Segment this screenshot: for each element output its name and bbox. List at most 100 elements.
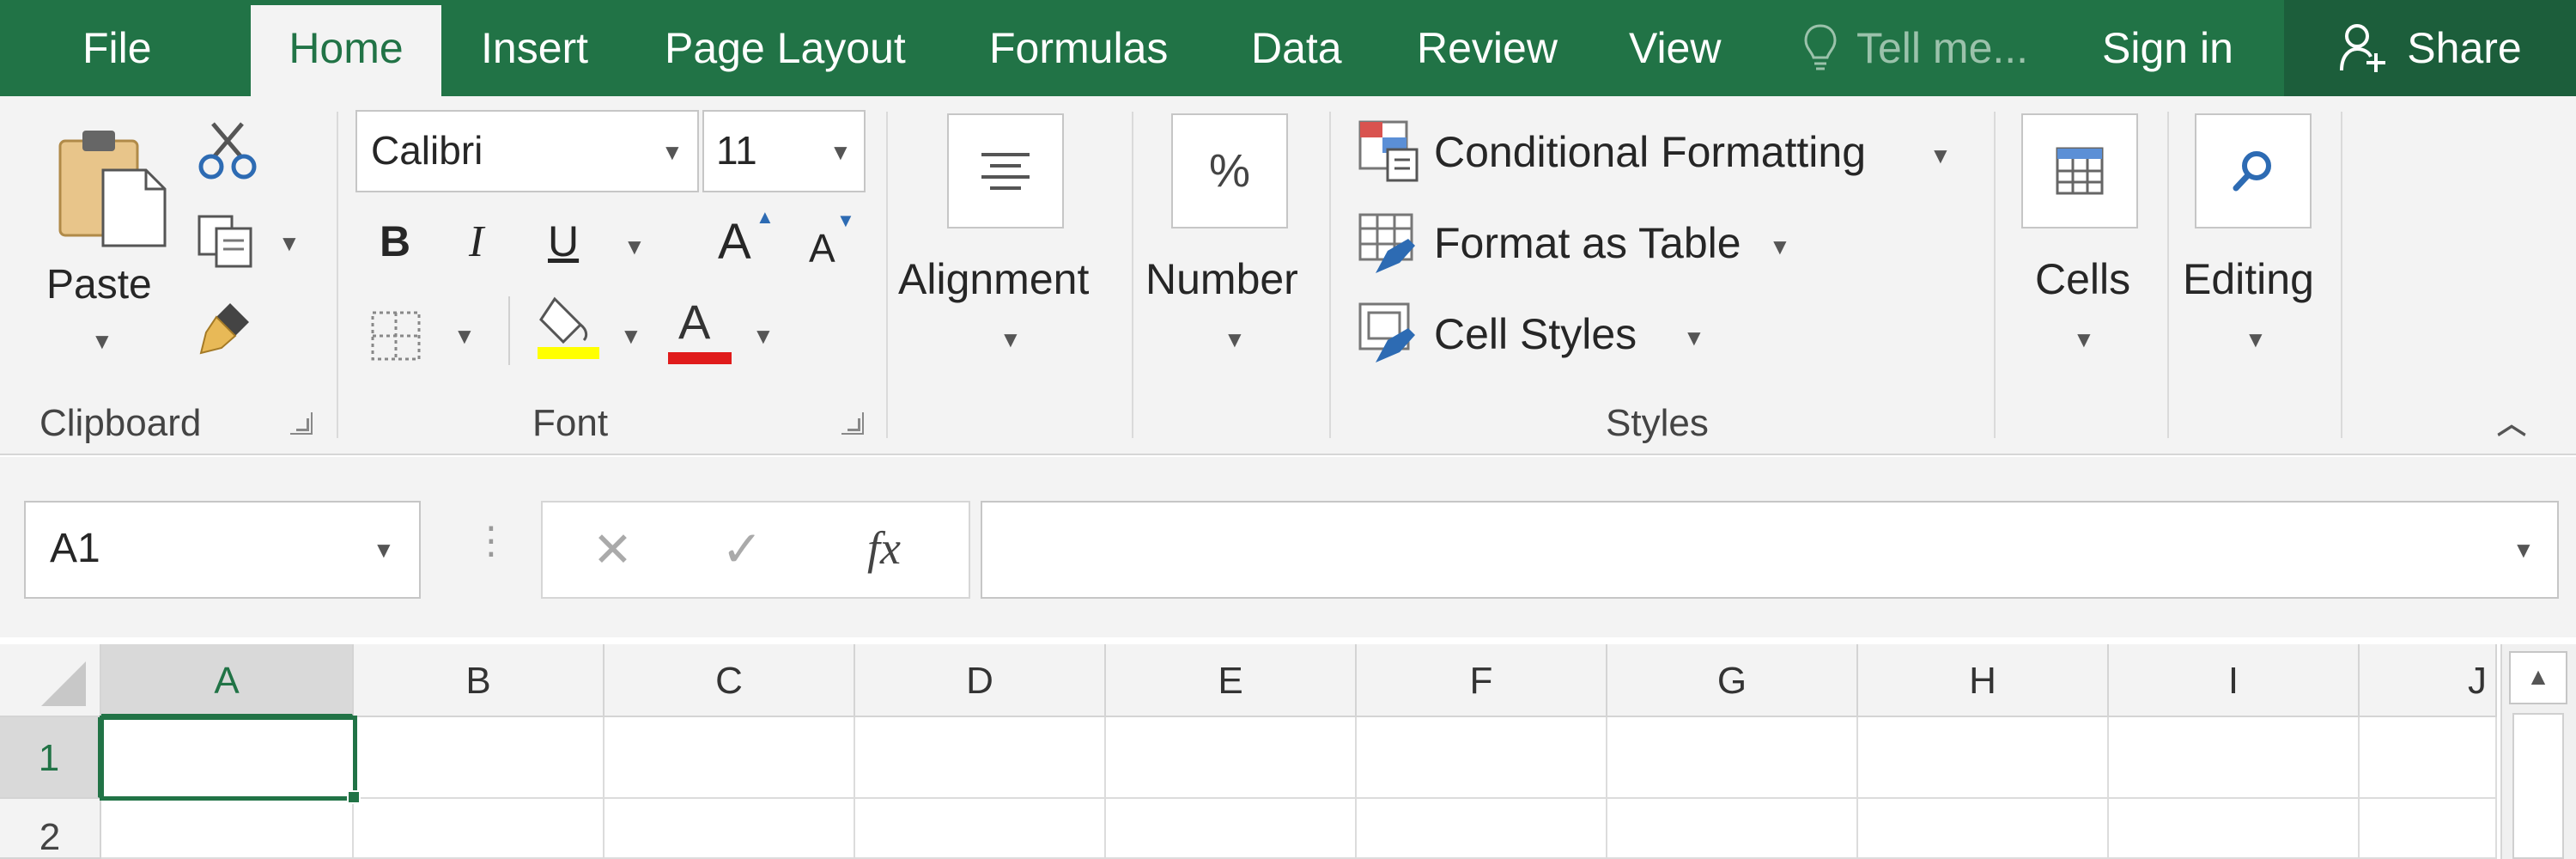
increase-font-size-button[interactable]: A — [718, 213, 751, 271]
row-header-2[interactable]: 2 — [0, 799, 101, 859]
font-color-dropdown-icon[interactable]: ▼ — [752, 323, 775, 350]
cells-icon — [2056, 147, 2104, 195]
cell-c1[interactable] — [605, 717, 855, 799]
cell-a2[interactable] — [101, 799, 354, 859]
format-as-table-label: Format as Table — [1434, 219, 1741, 267]
editing-label[interactable]: Editing — [2183, 254, 2314, 304]
font-color-glyph: A — [678, 295, 711, 349]
enter-entry-button[interactable]: ✓ — [721, 520, 763, 578]
active-cell-a1[interactable] — [100, 716, 357, 801]
clipboard-dialog-launcher-icon[interactable] — [290, 412, 313, 435]
fill-handle[interactable] — [347, 790, 361, 804]
paste-button[interactable]: Paste ▼ — [43, 120, 172, 378]
tab-data[interactable]: Data — [1251, 0, 1342, 96]
font-size-select[interactable]: 11 ▼ — [702, 110, 866, 192]
column-header-e[interactable]: E — [1106, 644, 1357, 717]
sign-in-link[interactable]: Sign in — [2102, 0, 2233, 96]
cell-b2[interactable] — [354, 799, 605, 859]
fill-color-dropdown-icon[interactable]: ▼ — [620, 323, 642, 350]
cell-b1[interactable] — [354, 717, 605, 799]
select-all-corner[interactable] — [0, 644, 101, 717]
find-magnifier-icon — [2233, 151, 2271, 192]
column-header-a[interactable]: A — [101, 644, 354, 717]
cell-e2[interactable] — [1106, 799, 1357, 859]
cell-j2[interactable] — [2360, 799, 2497, 859]
cell-g2[interactable] — [1607, 799, 1858, 859]
cell-i1[interactable] — [2109, 717, 2360, 799]
tab-insert[interactable]: Insert — [481, 0, 588, 96]
number-dropdown-icon[interactable]: ▼ — [1224, 326, 1246, 353]
group-separator — [1329, 112, 1331, 438]
cell-c2[interactable] — [605, 799, 855, 859]
cells-button[interactable] — [2021, 113, 2138, 228]
format-painter-icon[interactable] — [196, 296, 258, 358]
cells-label[interactable]: Cells — [2035, 254, 2130, 304]
cell-i2[interactable] — [2109, 799, 2360, 859]
editing-dropdown-icon[interactable]: ▼ — [2245, 326, 2267, 353]
row-header-1[interactable]: 1 — [0, 717, 101, 799]
paste-dropdown-icon: ▼ — [91, 328, 113, 354]
tab-page-layout[interactable]: Page Layout — [665, 0, 906, 96]
font-dialog-launcher-icon[interactable] — [841, 412, 864, 435]
conditional-formatting-label: Conditional Formatting — [1434, 128, 1867, 176]
alignment-label[interactable]: Alignment — [898, 254, 1089, 304]
column-header-b[interactable]: B — [354, 644, 605, 717]
column-header-d[interactable]: D — [855, 644, 1106, 717]
column-header-h[interactable]: H — [1858, 644, 2109, 717]
cell-d1[interactable] — [855, 717, 1106, 799]
copy-button[interactable]: ▼ — [196, 213, 307, 273]
column-header-c[interactable]: C — [605, 644, 855, 717]
cell-h1[interactable] — [1858, 717, 2109, 799]
cell-styles-icon — [1358, 302, 1415, 362]
cell-g1[interactable] — [1607, 717, 1858, 799]
column-header-j[interactable]: J — [2360, 644, 2497, 717]
scroll-up-button[interactable]: ▲ — [2509, 651, 2567, 704]
insert-function-button[interactable]: fx — [867, 521, 901, 575]
cell-j1[interactable] — [2360, 717, 2497, 799]
scrollbar-thumb[interactable] — [2512, 713, 2564, 859]
name-box[interactable]: A1 ▼ — [24, 501, 421, 599]
formula-input[interactable]: ▼ — [981, 501, 2559, 599]
conditional-formatting-button[interactable]: Conditional Formatting ▼ — [1358, 120, 1959, 189]
number-format-button[interactable]: % — [1171, 113, 1288, 228]
collapse-ribbon-icon[interactable]: ︿ — [2497, 400, 2526, 442]
vertical-scrollbar[interactable]: ▲ — [2500, 644, 2576, 859]
column-header-g[interactable]: G — [1607, 644, 1858, 717]
cell-h2[interactable] — [1858, 799, 2109, 859]
fill-color-icon[interactable] — [536, 290, 605, 361]
italic-button[interactable]: I — [469, 216, 483, 267]
tab-home[interactable]: Home — [251, 5, 441, 98]
borders-dropdown-icon[interactable]: ▼ — [453, 323, 476, 350]
column-header-i[interactable]: I — [2109, 644, 2360, 717]
underline-dropdown-icon[interactable]: ▼ — [623, 234, 646, 260]
cells-dropdown-icon[interactable]: ▼ — [2073, 326, 2095, 353]
font-color-button[interactable]: A — [666, 294, 733, 368]
tab-formulas[interactable]: Formulas — [989, 0, 1168, 96]
borders-icon[interactable] — [368, 308, 424, 364]
bold-button[interactable]: B — [380, 216, 410, 266]
cell-styles-button[interactable]: Cell Styles ▼ — [1358, 302, 1719, 371]
cell-e1[interactable] — [1106, 717, 1357, 799]
tell-me-search[interactable]: Tell me... — [1803, 0, 2028, 96]
cell-f1[interactable] — [1357, 717, 1607, 799]
cell-d2[interactable] — [855, 799, 1106, 859]
font-size-dropdown-icon: ▼ — [829, 139, 852, 165]
share-button[interactable]: Share — [2284, 0, 2576, 96]
underline-button[interactable]: U — [548, 216, 579, 266]
font-family-select[interactable]: Calibri ▼ — [355, 110, 699, 192]
tab-review[interactable]: Review — [1417, 0, 1558, 96]
cut-icon[interactable] — [197, 120, 258, 180]
format-as-table-button[interactable]: Format as Table ▼ — [1358, 213, 1805, 282]
increase-arrow-icon: ▲ — [756, 206, 775, 228]
editing-button[interactable] — [2195, 113, 2312, 228]
tab-view[interactable]: View — [1629, 0, 1721, 96]
alignment-dropdown-icon[interactable]: ▼ — [999, 326, 1022, 353]
tab-file[interactable]: File — [82, 0, 152, 96]
number-label[interactable]: Number — [1145, 254, 1298, 304]
percent-icon: % — [1208, 145, 1250, 197]
cancel-entry-button[interactable]: ✕ — [592, 521, 633, 578]
cell-f2[interactable] — [1357, 799, 1607, 859]
decrease-font-size-button[interactable]: A — [809, 225, 835, 271]
column-header-f[interactable]: F — [1357, 644, 1607, 717]
alignment-button[interactable] — [947, 113, 1064, 228]
